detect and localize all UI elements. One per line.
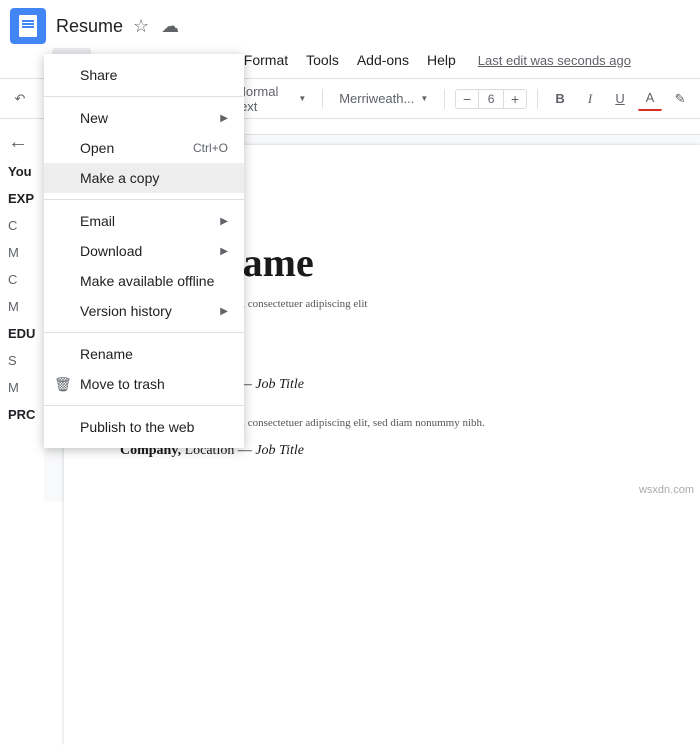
menu-open[interactable]: OpenCtrl+O <box>44 133 244 163</box>
outline-item[interactable]: M <box>4 374 40 401</box>
underline-button[interactable]: U <box>608 87 632 111</box>
text-color-button[interactable]: A <box>638 87 662 111</box>
menu-version-history[interactable]: Version history▶ <box>44 296 244 326</box>
menu-addons[interactable]: Add-ons <box>349 48 417 72</box>
outline-item[interactable]: C <box>4 266 40 293</box>
submenu-arrow-icon: ▶ <box>220 216 228 227</box>
doc-job-title: Job Title <box>255 377 304 392</box>
menu-download[interactable]: Download▶ <box>44 236 244 266</box>
separator <box>44 405 244 406</box>
menu-email[interactable]: Email▶ <box>44 206 244 236</box>
font-size-decrease[interactable]: − <box>456 91 478 107</box>
outline-item[interactable]: EXP <box>4 185 40 212</box>
menu-help[interactable]: Help <box>419 48 464 72</box>
docs-logo-icon[interactable] <box>10 8 46 44</box>
chevron-down-icon: ▼ <box>298 94 306 103</box>
menu-make-a-copy[interactable]: Make a copy <box>44 163 244 193</box>
menu-rename[interactable]: Rename <box>44 339 244 369</box>
outline-item[interactable]: M <box>4 293 40 320</box>
separator <box>322 89 323 109</box>
separator <box>44 332 244 333</box>
highlight-button[interactable]: ✎ <box>668 87 692 111</box>
submenu-arrow-icon: ▶ <box>220 246 228 257</box>
menu-move-to-trash[interactable]: 🗑Move to trash <box>44 369 244 399</box>
outline-item[interactable]: PRC <box>4 401 40 428</box>
outline-back-icon[interactable]: ← <box>4 127 40 158</box>
submenu-arrow-icon: ▶ <box>220 113 228 124</box>
bold-button[interactable]: B <box>548 87 572 111</box>
doc-job-title: Job Title <box>255 443 304 458</box>
menu-share[interactable]: Share <box>44 60 244 90</box>
menu-publish-to-web[interactable]: Publish to the web <box>44 412 244 442</box>
menu-format[interactable]: Format <box>236 48 296 72</box>
font-family-label: Merriweath... <box>339 91 414 106</box>
undo-button[interactable]: ↶ <box>8 87 32 111</box>
separator <box>44 96 244 97</box>
separator <box>537 89 538 109</box>
outline-item[interactable]: You <box>4 158 40 185</box>
star-icon[interactable]: ☆ <box>133 16 149 37</box>
file-menu-dropdown: Share New▶ OpenCtrl+O Make a copy Email▶… <box>44 54 244 448</box>
chevron-down-icon: ▼ <box>420 94 428 103</box>
paragraph-style-label: Normal text <box>236 84 292 114</box>
menu-make-available-offline[interactable]: Make available offline <box>44 266 244 296</box>
font-size-increase[interactable]: + <box>504 91 526 107</box>
last-edit-link[interactable]: Last edit was seconds ago <box>478 53 631 68</box>
italic-button[interactable]: I <box>578 87 602 111</box>
font-size-value[interactable]: 6 <box>478 90 504 108</box>
font-family-dropdown[interactable]: Merriweath... ▼ <box>333 89 434 108</box>
trash-icon: 🗑 <box>54 376 72 393</box>
cloud-status-icon[interactable]: ☁ <box>161 16 179 37</box>
outline-item[interactable]: EDU <box>4 320 40 347</box>
separator <box>44 199 244 200</box>
font-size-stepper: − 6 + <box>455 89 527 109</box>
outline-panel: ← You EXP C M C M EDU S M PRC <box>0 119 44 501</box>
submenu-arrow-icon: ▶ <box>220 306 228 317</box>
shortcut-label: Ctrl+O <box>193 141 228 155</box>
outline-item[interactable]: M <box>4 239 40 266</box>
separator <box>444 89 445 109</box>
outline-item[interactable]: C <box>4 212 40 239</box>
menu-new[interactable]: New▶ <box>44 103 244 133</box>
document-title[interactable]: Resume <box>56 16 123 37</box>
menu-tools[interactable]: Tools <box>298 48 347 72</box>
outline-item[interactable]: S <box>4 347 40 374</box>
watermark: wsxdn.com <box>639 484 694 496</box>
